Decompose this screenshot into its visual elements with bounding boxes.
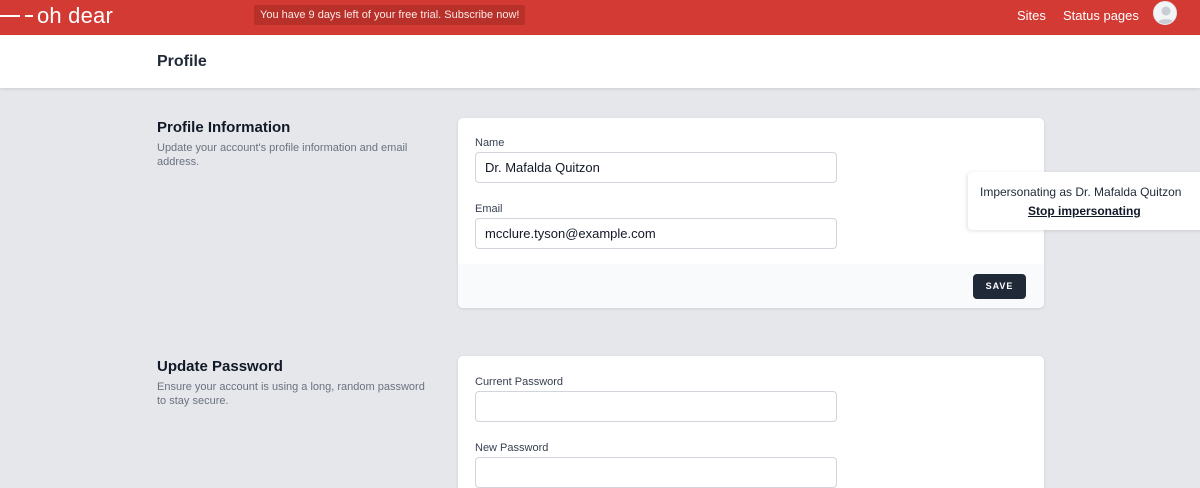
current-password-input[interactable] bbox=[475, 391, 837, 422]
email-input[interactable]: mcclure.tyson@example.com bbox=[475, 218, 837, 249]
new-password-label: New Password bbox=[475, 442, 549, 454]
logo-mark-icon bbox=[0, 15, 33, 17]
page-title: Profile bbox=[157, 53, 207, 70]
page-header: Profile bbox=[0, 35, 1200, 88]
new-password-input[interactable] bbox=[475, 457, 837, 488]
name-input[interactable]: Dr. Mafalda Quitzon bbox=[475, 152, 837, 183]
profile-info-footer: SAVE bbox=[458, 264, 1044, 308]
impersonation-toast: Impersonating as Dr. Mafalda Quitzon Sto… bbox=[968, 172, 1200, 230]
user-avatar-icon[interactable] bbox=[1153, 1, 1177, 25]
profile-info-title: Profile Information bbox=[157, 119, 291, 136]
update-password-description: Ensure your account is using a long, ran… bbox=[157, 381, 425, 407]
update-password-title: Update Password bbox=[157, 358, 283, 375]
update-password-card: Current Password New Password bbox=[458, 356, 1044, 488]
current-password-label: Current Password bbox=[475, 376, 564, 388]
save-button[interactable]: SAVE bbox=[973, 274, 1026, 299]
nav-sites-link[interactable]: Sites bbox=[1017, 8, 1046, 24]
logo-text: oh dear bbox=[37, 3, 114, 28]
top-navbar: oh dear You have 9 days left of your fre… bbox=[0, 0, 1200, 35]
profile-info-card: Name Dr. Mafalda Quitzon Email mcclure.t… bbox=[458, 118, 1044, 308]
oh-dear-logo[interactable]: oh dear bbox=[0, 2, 113, 30]
email-label: Email bbox=[475, 203, 503, 215]
nav-status-pages-link[interactable]: Status pages bbox=[1063, 8, 1139, 24]
name-label: Name bbox=[475, 137, 505, 149]
trial-banner-link[interactable]: You have 9 days left of your free trial.… bbox=[254, 5, 526, 25]
stop-impersonating-link[interactable]: Stop impersonating bbox=[1028, 204, 1141, 218]
profile-info-description: Update your account's profile informatio… bbox=[157, 142, 408, 168]
impersonation-text: Impersonating as Dr. Mafalda Quitzon bbox=[980, 185, 1182, 199]
